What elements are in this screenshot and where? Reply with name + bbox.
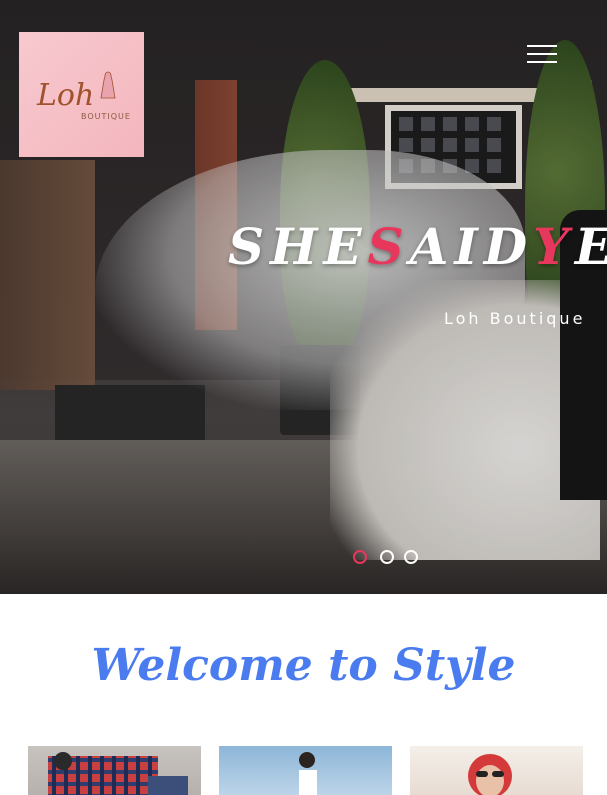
gallery-thumbnail-2[interactable] <box>219 746 392 795</box>
hamburger-menu-icon[interactable] <box>527 42 557 64</box>
brand-logo[interactable]: Loh BOUTIQUE <box>19 32 144 157</box>
logo-subtext: BOUTIQUE <box>81 112 131 121</box>
slider-dot-3[interactable] <box>404 550 418 564</box>
logo-script-text: Loh <box>37 78 95 113</box>
hero-subtitle: Loh Boutique <box>444 309 586 328</box>
hero-headline: SHESAIDYES <box>228 217 607 276</box>
dress-icon <box>100 71 116 99</box>
slider-dot-2[interactable] <box>380 550 394 564</box>
gallery-thumbnail-3[interactable] <box>410 746 583 795</box>
welcome-title: Welcome to Style <box>91 640 516 691</box>
slider-dot-1[interactable] <box>353 550 367 564</box>
gallery-thumbnail-1[interactable] <box>28 746 201 795</box>
